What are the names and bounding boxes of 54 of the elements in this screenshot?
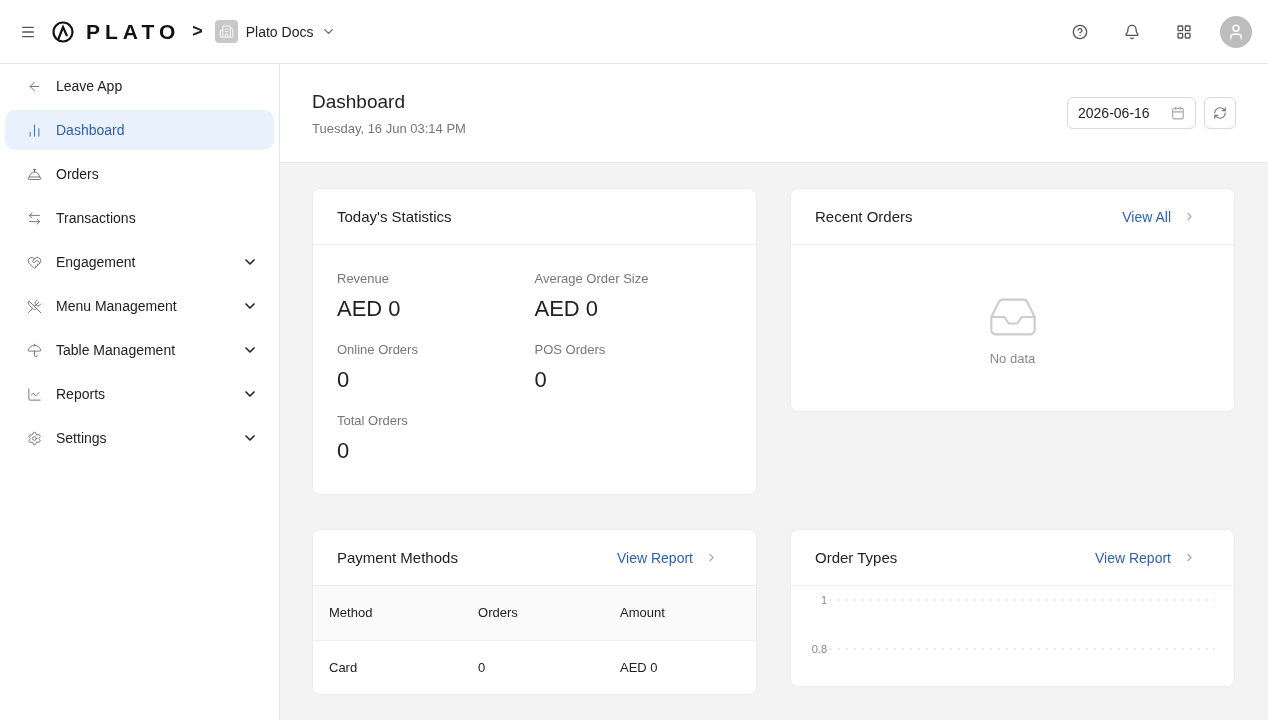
view-report-link[interactable]: View Report [617,549,718,566]
stat-label: POS Orders [534,342,607,357]
axis-tick-label: 0.8 [811,643,827,655]
sidebar-item[interactable]: Menu Management [5,286,274,326]
stat-value: 0 [337,367,351,393]
sidebar-item[interactable]: Reports [5,374,274,414]
logo-mark-icon [52,20,74,43]
building-icon [214,20,238,43]
sidebar-item[interactable]: Engagement [5,242,274,282]
card-title: Recent Orders [815,208,913,225]
workspace-selector[interactable]: Plato Docs [214,20,337,43]
column-header: Method [313,586,463,640]
logo-text: PLATO [86,19,181,44]
sidebar-item[interactable]: Table Management [5,330,274,370]
stat-label: Online Orders [337,342,419,357]
column-header: Orders [462,586,604,640]
table-cell: 0 [462,640,604,694]
view-report-link[interactable]: View Report [1095,549,1196,566]
table-cell: AED 0 [604,640,756,694]
card-title: Today's Statistics [337,208,452,225]
date-field[interactable]: 2026-06-16 [1067,97,1196,129]
page-subtitle: Tuesday, 16 Jun 03:14 PM [312,120,467,136]
stat-value: AED 0 [337,296,402,322]
empty-message: No data [989,350,1036,366]
breadcrumb-separator: > [192,21,203,42]
bar-chart-icon [27,122,42,138]
view-all-link[interactable]: View All [1122,208,1196,225]
utensils-icon [27,298,42,314]
arrow-left-icon [27,78,42,94]
stat-label: Total Orders [337,413,409,428]
umbrella-icon [27,342,42,358]
settings-icon [27,430,42,446]
sidebar-item[interactable]: Dashboard [5,110,274,150]
card-title: Payment Methods [337,549,458,566]
card-title: Order Types [815,549,898,566]
axis-tick-label: 1 [820,594,827,606]
page-title: Dashboard [312,90,406,113]
stat-label: Revenue [337,271,391,286]
stat-value: AED 0 [534,296,600,322]
table-cell: Card [313,640,463,694]
sidebar-item[interactable]: Leave App [5,66,274,106]
calendar-icon [1171,106,1185,120]
sidebar-item[interactable]: Orders [5,154,274,194]
sidebar-item[interactable]: Transactions [5,198,274,238]
swap-arrows-icon [27,210,42,226]
stat-value: 0 [337,438,351,464]
stat-value: 0 [534,367,548,393]
service-bell-icon [27,166,42,182]
stat-label: Average Order Size [534,271,650,286]
refresh-button[interactable] [1204,97,1236,129]
sidebar-item[interactable]: Settings [5,418,274,458]
line-chart-icon [27,386,42,402]
column-header: Amount [604,586,756,640]
refresh-icon [1213,106,1227,120]
